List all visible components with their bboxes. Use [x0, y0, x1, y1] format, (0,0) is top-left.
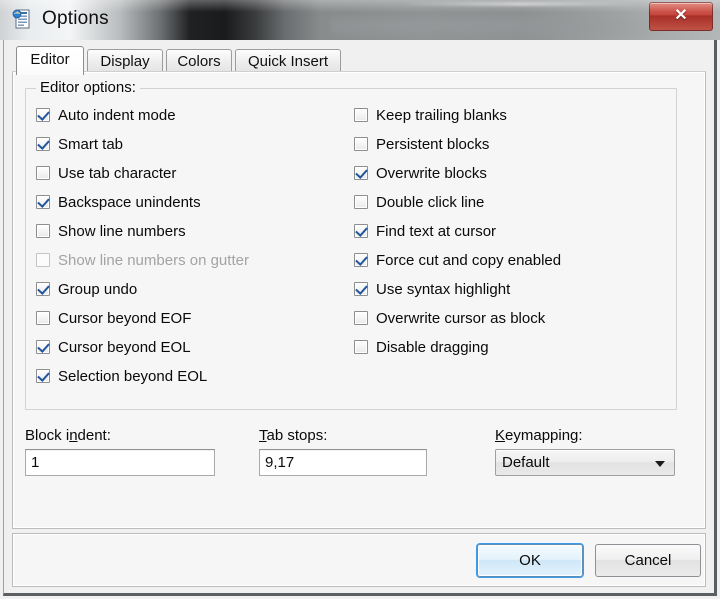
title-bar[interactable]: Options ✕ [0, 0, 720, 40]
checkbox-force-cut-and-copy-enabled[interactable]: Force cut and copy enabled [354, 249, 561, 271]
editor-options-group: Editor options: Auto indent mode Smart ta… [25, 79, 677, 410]
checkbox-label: Show line numbers on gutter [58, 251, 249, 269]
checkmark-icon [36, 369, 50, 383]
empty-checkbox-icon [354, 108, 368, 122]
checkbox-label: Disable dragging [376, 338, 489, 356]
checkbox-label: Use tab character [58, 164, 177, 182]
checkbox-label: Keep trailing blanks [376, 106, 507, 124]
options-dialog-window: Options ✕ Editor Display Colors Quick Inser… [0, 0, 720, 599]
checkbox-cursor-beyond-eol[interactable]: Cursor beyond EOL [36, 336, 191, 358]
checkbox-find-text-at-cursor[interactable]: Find text at cursor [354, 220, 496, 242]
checkbox-smart-tab[interactable]: Smart tab [36, 133, 123, 155]
empty-checkbox-icon [36, 311, 50, 325]
dialog-client-area: Editor Display Colors Quick Insert Editor o… [3, 40, 717, 596]
empty-checkbox-icon [36, 253, 50, 267]
keymapping-dropdown[interactable]: Default [495, 449, 675, 476]
checkbox-label: Group undo [58, 280, 138, 298]
checkbox-auto-indent-mode[interactable]: Auto indent mode [36, 104, 176, 126]
checkbox-label: Overwrite cursor as block [376, 309, 546, 327]
checkmark-icon [354, 282, 368, 296]
checkmark-icon [36, 108, 50, 122]
checkbox-label: Use syntax highlight [376, 280, 511, 298]
close-icon: ✕ [674, 7, 688, 24]
close-button[interactable]: ✕ [649, 2, 713, 31]
checkbox-overwrite-blocks[interactable]: Overwrite blocks [354, 162, 487, 184]
checkbox-show-line-numbers[interactable]: Show line numbers [36, 220, 186, 242]
checkbox-label: Cursor beyond EOL [58, 338, 191, 356]
checkmark-icon [36, 137, 50, 151]
checkbox-label: Backspace unindents [58, 193, 201, 211]
checkbox-label: Double click line [376, 193, 485, 211]
block-indent-field: Block indent: 1 [25, 427, 215, 476]
empty-checkbox-icon [36, 224, 50, 238]
checkbox-label: Selection beyond EOL [58, 367, 208, 385]
glass-blur-decoration [330, 16, 690, 40]
window-title: Options [42, 8, 109, 29]
checkbox-label: Smart tab [58, 135, 124, 153]
checkbox-label: Show line numbers [58, 222, 186, 240]
empty-checkbox-icon [36, 166, 50, 180]
checkbox-label: Overwrite blocks [376, 164, 487, 182]
checkbox-selection-beyond-eol[interactable]: Selection beyond EOL [36, 365, 207, 387]
checkbox-use-syntax-highlight[interactable]: Use syntax highlight [354, 278, 510, 300]
checkbox-backspace-unindents[interactable]: Backspace unindents [36, 191, 201, 213]
checkbox-show-line-numbers-on-gutter: Show line numbers on gutter [36, 249, 249, 271]
cancel-button[interactable]: Cancel [595, 544, 701, 577]
empty-checkbox-icon [354, 195, 368, 209]
keymapping-label: Keymapping: [495, 427, 583, 444]
tab-strip: Editor Display Colors Quick Insert [12, 46, 706, 75]
checkbox-use-tab-character[interactable]: Use tab character [36, 162, 176, 184]
group-caption: Editor options: [36, 79, 140, 96]
checkbox-label: Find text at cursor [376, 222, 497, 240]
empty-checkbox-icon [354, 311, 368, 325]
checkmark-icon [354, 253, 368, 267]
empty-checkbox-icon [354, 137, 368, 151]
checkmark-icon [354, 224, 368, 238]
checkmark-icon [36, 195, 50, 209]
checkmark-icon [354, 166, 368, 180]
checkbox-label: Persistent blocks [376, 135, 490, 153]
checkbox-keep-trailing-blanks[interactable]: Keep trailing blanks [354, 104, 507, 126]
dialog-button-bar: OK Cancel [12, 533, 706, 587]
checkmark-icon [36, 282, 50, 296]
keymapping-selected-value: Default [502, 454, 550, 471]
checkbox-persistent-blocks[interactable]: Persistent blocks [354, 133, 489, 155]
checkbox-label: Cursor beyond EOF [58, 309, 192, 327]
tab-page-editor: Editor options: Auto indent mode Smart ta… [12, 71, 706, 529]
glass-highlight-decoration [400, 2, 640, 6]
empty-checkbox-icon [354, 340, 368, 354]
checkbox-group-undo[interactable]: Group undo [36, 278, 137, 300]
checkmark-icon [36, 340, 50, 354]
document-options-icon [12, 8, 34, 32]
checkbox-cursor-beyond-eof[interactable]: Cursor beyond EOF [36, 307, 191, 329]
tab-stops-label: Tab stops: [259, 427, 328, 444]
checkbox-overwrite-cursor-as-block[interactable]: Overwrite cursor as block [354, 307, 545, 329]
chevron-down-icon [655, 461, 665, 467]
checkbox-double-click-line[interactable]: Double click line [354, 191, 484, 213]
ok-button[interactable]: OK [477, 544, 583, 577]
checkbox-label: Force cut and copy enabled [376, 251, 562, 269]
block-indent-input[interactable]: 1 [25, 449, 215, 476]
checkbox-label: Auto indent mode [58, 106, 176, 124]
tab-stops-field: Tab stops: 9,17 [259, 427, 427, 476]
tab-editor[interactable]: Editor [16, 46, 84, 75]
checkbox-disable-dragging[interactable]: Disable dragging [354, 336, 489, 358]
tab-stops-input[interactable]: 9,17 [259, 449, 427, 476]
block-indent-label: Block indent: [25, 427, 111, 444]
keymapping-field: Keymapping: Default [495, 427, 675, 476]
